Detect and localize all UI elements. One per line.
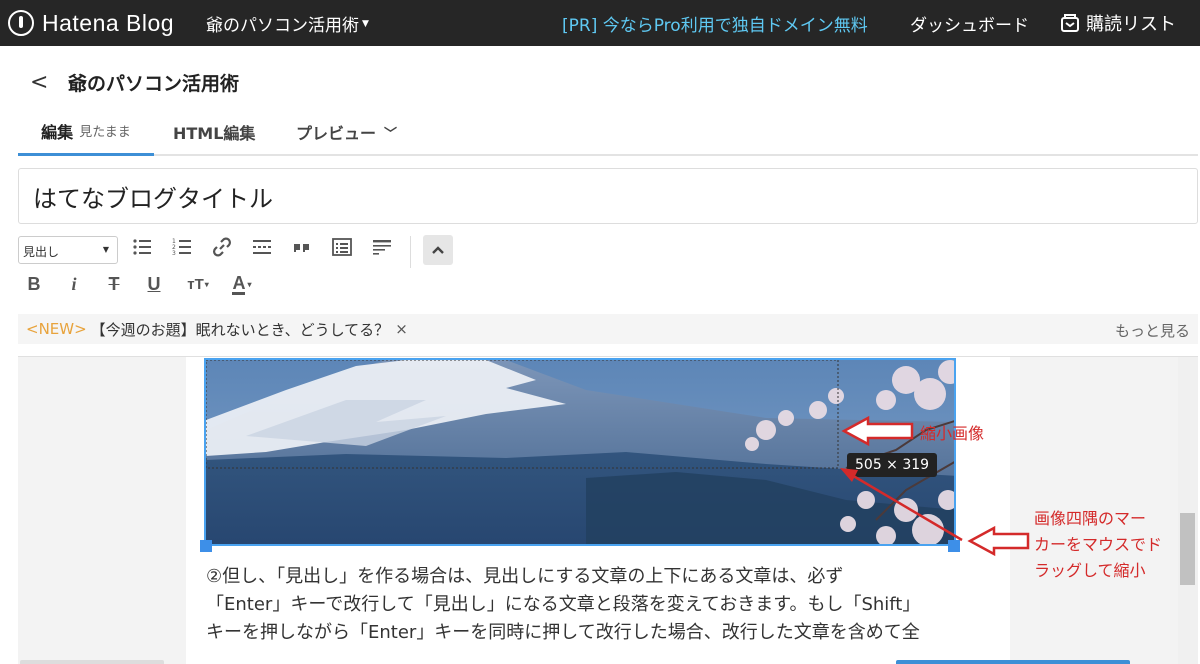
left-arrow-icon [841, 415, 914, 447]
annotation-line: ラッグして縮小 [1034, 561, 1146, 580]
pointer-line [849, 472, 963, 542]
annotation-overlay [840, 415, 1030, 557]
bottom-left-button[interactable] [20, 660, 164, 664]
annotation-small-image: 縮小画像 [920, 424, 985, 443]
annotation-line: カーをマウスでド [1034, 535, 1163, 554]
left-arrow-icon [967, 525, 1030, 557]
annotation-line: 画像四隅のマー [1034, 509, 1147, 528]
annotation-corner-markers: 画像四隅のマー カーをマウスでド ラッグして縮小 [1034, 506, 1184, 584]
arrowhead-icon [840, 468, 858, 482]
publish-button[interactable] [896, 660, 1130, 664]
